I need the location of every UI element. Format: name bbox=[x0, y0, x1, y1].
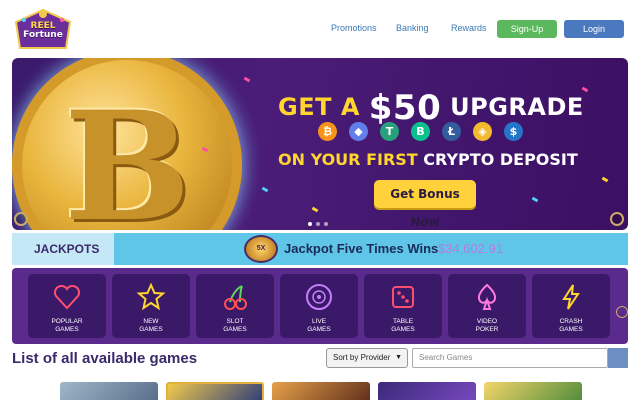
jackpot-amount: $34,602.91 bbox=[438, 241, 504, 256]
hero-subtitle: ON YOUR FIRST CRYPTO DEPOSIT bbox=[278, 150, 578, 169]
site-header: REEL Fortune Promotions Banking Rewards … bbox=[0, 0, 640, 58]
categories-next-button[interactable] bbox=[616, 306, 628, 318]
crypto-icons-row: ₿ ◆ T B Ł ◈ $ bbox=[318, 122, 548, 142]
reel-fortune-logo[interactable]: REEL Fortune bbox=[12, 8, 74, 52]
login-button[interactable]: Login bbox=[564, 20, 624, 38]
page: REEL Fortune Promotions Banking Rewards … bbox=[0, 0, 640, 400]
hero-sub-prefix: ON YOUR FIRST bbox=[278, 150, 418, 169]
nav-promotions[interactable]: Promotions bbox=[331, 23, 377, 33]
category-label: GAMES bbox=[139, 326, 163, 333]
category-label: GAMES bbox=[391, 326, 415, 333]
category-new-games[interactable]: NEW GAMES bbox=[112, 274, 190, 338]
cherry-icon bbox=[224, 285, 247, 310]
game-thumbnail[interactable] bbox=[60, 382, 158, 400]
category-crash-games[interactable]: CRASH GAMES bbox=[532, 274, 610, 338]
roulette-icon bbox=[306, 284, 332, 310]
jackpot-label: JACKPOTS bbox=[12, 233, 114, 265]
category-label: GAMES bbox=[55, 326, 79, 333]
hero-sub-suffix: CRYPTO DEPOSIT bbox=[423, 150, 578, 169]
confetti bbox=[311, 206, 319, 213]
game-categories: POPULAR GAMES NEW GAMES SLOT GAMES LIVE GAME… bbox=[12, 268, 628, 344]
carousel-next-button[interactable] bbox=[610, 212, 624, 226]
heart-icon bbox=[53, 284, 81, 310]
category-label: TABLE bbox=[392, 318, 414, 325]
jackpot-text[interactable]: Jackpot Five Times Wins bbox=[284, 241, 438, 256]
category-label: POPULAR bbox=[51, 318, 83, 325]
carousel-dot[interactable] bbox=[324, 222, 328, 226]
carousel-prev-button[interactable] bbox=[14, 212, 28, 226]
games-list-title: List of all available games bbox=[12, 350, 198, 367]
carousel-dots bbox=[308, 222, 332, 228]
category-slot-games[interactable]: SLOT GAMES bbox=[196, 274, 274, 338]
logo-line2: Fortune bbox=[23, 30, 63, 40]
promo-banner[interactable]: B GET A $50 UPGRADE ₿ ◆ T B Ł ◈ $ ON YOU… bbox=[12, 58, 628, 230]
sort-select-value: Sort by Provider bbox=[333, 353, 391, 362]
game-thumbnail[interactable] bbox=[484, 382, 582, 400]
chevron-down-icon: ▼ bbox=[395, 354, 402, 361]
category-label: VIDEO bbox=[476, 318, 498, 325]
category-label: LIVE bbox=[311, 318, 327, 325]
bitcoin-cash-icon: B bbox=[411, 122, 430, 141]
category-label: NEW bbox=[143, 318, 159, 325]
ethereum-icon: ◆ bbox=[349, 122, 368, 141]
sort-by-provider-select[interactable]: Sort by Provider ▼ bbox=[326, 348, 408, 368]
get-bonus-button[interactable]: Get Bonus Now bbox=[374, 180, 476, 229]
hero-title-suffix: UPGRADE bbox=[450, 93, 584, 121]
category-live-games[interactable]: LIVE GAMES bbox=[280, 274, 358, 338]
game-thumbnail[interactable] bbox=[272, 382, 370, 400]
nav-banking[interactable]: Banking bbox=[396, 23, 429, 33]
category-popular-games[interactable]: POPULAR GAMES bbox=[28, 274, 106, 338]
confetti bbox=[601, 176, 609, 183]
litecoin-icon: Ł bbox=[442, 122, 461, 141]
carousel-dot[interactable] bbox=[316, 222, 320, 226]
category-label: GAMES bbox=[223, 326, 247, 333]
bitcoin-symbol-icon: B bbox=[64, 79, 191, 230]
category-label: SLOT bbox=[226, 318, 244, 325]
category-label: GAMES bbox=[559, 326, 583, 333]
hero-title-prefix: GET A bbox=[278, 93, 360, 121]
category-video-poker[interactable]: VIDEO POKER bbox=[448, 274, 526, 338]
tether-icon: T bbox=[380, 122, 399, 141]
search-games-input[interactable]: Search Games bbox=[412, 348, 608, 368]
lightning-icon bbox=[562, 284, 580, 310]
carousel-dot[interactable] bbox=[308, 222, 312, 226]
usd-coin-icon: $ bbox=[504, 122, 523, 141]
jackpot-5x-badge-icon: 5X bbox=[244, 235, 278, 263]
category-label: GAMES bbox=[307, 326, 331, 333]
game-thumbnail[interactable] bbox=[166, 382, 264, 400]
category-label: POKER bbox=[475, 326, 499, 333]
star-icon bbox=[136, 282, 166, 311]
confetti bbox=[531, 196, 539, 203]
jackpot-bar: JACKPOTS 5X Jackpot Five Times Wins $34,… bbox=[12, 233, 628, 265]
dice-icon bbox=[392, 286, 414, 308]
category-label: CRASH bbox=[559, 318, 583, 325]
binance-icon: ◈ bbox=[473, 122, 492, 141]
signup-button[interactable]: Sign-Up bbox=[497, 20, 557, 38]
category-table-games[interactable]: TABLE GAMES bbox=[364, 274, 442, 338]
search-button[interactable] bbox=[608, 348, 628, 368]
spade-icon bbox=[477, 283, 497, 310]
bitcoin-icon: ₿ bbox=[318, 122, 337, 141]
game-thumbnail[interactable] bbox=[378, 382, 476, 400]
nav-rewards[interactable]: Rewards bbox=[451, 23, 487, 33]
